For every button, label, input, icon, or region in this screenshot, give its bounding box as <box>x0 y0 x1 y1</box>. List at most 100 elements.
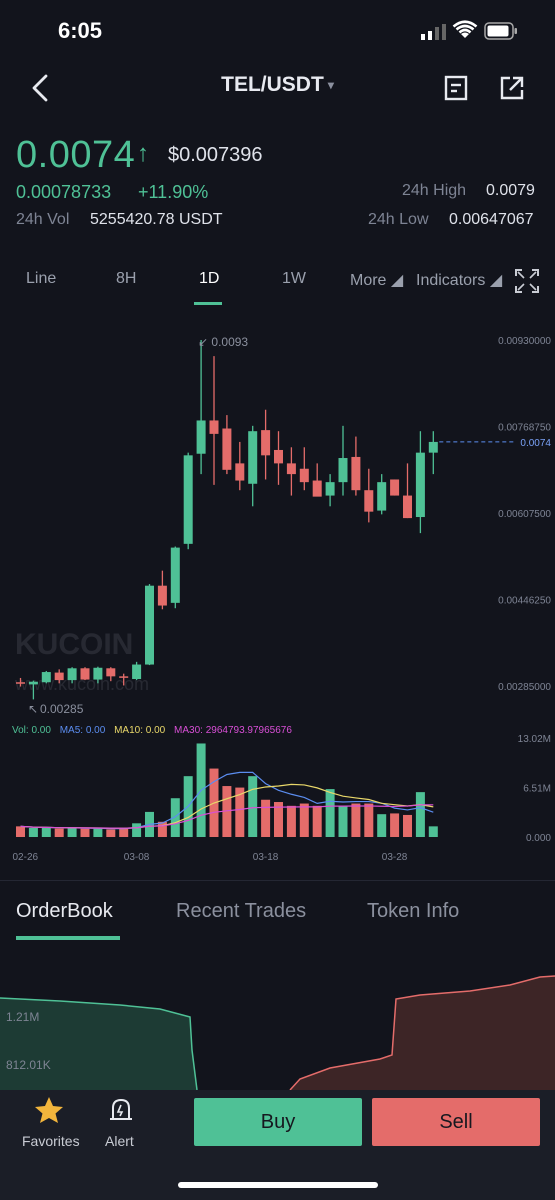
candle-body <box>299 468 309 483</box>
volume-bar <box>248 776 258 837</box>
tab-recent-trades[interactable]: Recent Trades <box>176 900 306 923</box>
volume-bar <box>54 828 64 837</box>
tab-more[interactable]: More ◢ <box>350 270 403 290</box>
sell-button[interactable]: Sell <box>372 1098 540 1146</box>
depth-chart: 1.21M 812.01K <box>0 975 555 1090</box>
volume-bar <box>157 821 167 837</box>
volume-legend: Vol: 0.00 MA5: 0.00 MA10: 0.00 MA30: 296… <box>12 725 292 736</box>
volume-bar <box>325 789 335 837</box>
alert-label[interactable]: Alert <box>105 1133 134 1149</box>
active-tab-indicator <box>194 302 222 305</box>
candle <box>351 436 361 496</box>
candle <box>157 570 167 610</box>
favorites-label[interactable]: Favorites <box>22 1133 80 1149</box>
y-axis-tick: 0.00768750 <box>498 423 551 434</box>
tab-1w[interactable]: 1W <box>282 270 306 288</box>
candle <box>286 447 296 496</box>
candle-body <box>106 668 116 677</box>
candle <box>80 667 90 681</box>
fullscreen-icon[interactable] <box>514 268 540 294</box>
btc-price: 0.00078733 <box>16 182 112 202</box>
volume-bar <box>106 829 116 837</box>
y-axis-tick: 0.00285000 <box>498 682 551 693</box>
candle-body <box>196 420 206 454</box>
candle <box>364 468 374 523</box>
candle-body <box>222 428 232 470</box>
vol-value: 5255420.78 USDT <box>90 211 223 228</box>
volume-bar <box>93 828 103 837</box>
candle-body <box>183 455 193 544</box>
star-icon[interactable] <box>34 1096 64 1124</box>
low-value: 0.00647067 <box>449 211 534 228</box>
tab-token-info[interactable]: Token Info <box>367 900 459 923</box>
candle-body <box>312 480 322 497</box>
tab-line[interactable]: Line <box>26 270 56 288</box>
buy-button[interactable]: Buy <box>194 1098 362 1146</box>
x-axis-tick: 03-28 <box>382 852 408 863</box>
pair-title: TEL/USDT <box>221 73 324 96</box>
document-icon[interactable] <box>442 74 470 102</box>
volume-bar <box>351 803 361 837</box>
candle-body <box>390 479 400 496</box>
candle <box>428 431 438 475</box>
x-axis-tick: 03-18 <box>253 852 279 863</box>
tab-8h[interactable]: 8H <box>116 270 136 288</box>
tab-indicators[interactable]: Indicators ◢ <box>416 270 502 290</box>
candle-body <box>325 482 335 496</box>
volume-bar <box>390 813 400 837</box>
candle-body <box>261 430 271 456</box>
alert-bell-icon[interactable] <box>107 1096 135 1124</box>
candle <box>41 670 51 684</box>
candle <box>312 463 322 497</box>
usd-price: $0.007396 <box>168 144 263 166</box>
candle <box>390 479 400 496</box>
candle <box>403 463 412 519</box>
volume-bar <box>312 805 322 837</box>
candle <box>325 474 335 507</box>
candle-body <box>364 490 374 512</box>
high-label: 24h High <box>402 182 467 199</box>
tab-orderbook[interactable]: OrderBook <box>16 900 113 923</box>
min-price-label: 0.00285 <box>40 702 84 716</box>
candle <box>145 584 154 666</box>
volume-bar <box>67 827 77 837</box>
volume-bar <box>403 814 412 837</box>
current-price-label: 0.0074 <box>520 438 551 449</box>
candle-body <box>93 667 103 680</box>
wifi-icon <box>452 20 478 38</box>
volume-bar <box>16 826 25 837</box>
volume-bar <box>286 805 296 837</box>
volume-axis-tick: 13.02M <box>518 734 551 745</box>
volume-bar <box>364 803 374 837</box>
volume-bar <box>132 823 142 837</box>
candle-body <box>54 672 64 681</box>
vol-label: 24h Vol <box>16 211 70 228</box>
tab-1d[interactable]: 1D <box>199 270 219 288</box>
volume-axis-tick: 6.51M <box>523 784 551 795</box>
low-label: 24h Low <box>368 211 429 228</box>
candle <box>170 546 180 609</box>
candle <box>196 340 206 475</box>
candle <box>222 415 232 475</box>
share-icon[interactable] <box>498 74 526 102</box>
candle-body <box>209 420 219 434</box>
candle-body <box>67 668 77 681</box>
candle-body <box>16 682 25 684</box>
volume-bar <box>41 827 51 837</box>
volume-axis-tick: 0.000 <box>526 833 551 844</box>
candlestick-chart[interactable]: KUCOIN www.kucoin.com 0.009300000.007687… <box>0 312 555 868</box>
high-value: 0.0079 <box>486 182 535 199</box>
pair-selector[interactable]: TEL/USDT ▾ <box>0 73 555 97</box>
y-axis-tick: 0.00607500 <box>498 509 551 520</box>
orderbook-tab-indicator <box>16 936 120 940</box>
candle-body <box>170 547 180 603</box>
battery-icon <box>484 22 517 40</box>
volume-bar <box>119 828 129 837</box>
candle-body <box>119 676 129 678</box>
x-axis-tick: 03-08 <box>124 852 150 863</box>
volume-bar <box>261 799 271 837</box>
home-indicator <box>178 1182 378 1188</box>
candle-body <box>28 681 38 685</box>
orderbook-tabs: OrderBook Recent Trades Token Info <box>0 900 555 940</box>
x-axis-tick: 02-26 <box>13 852 39 863</box>
